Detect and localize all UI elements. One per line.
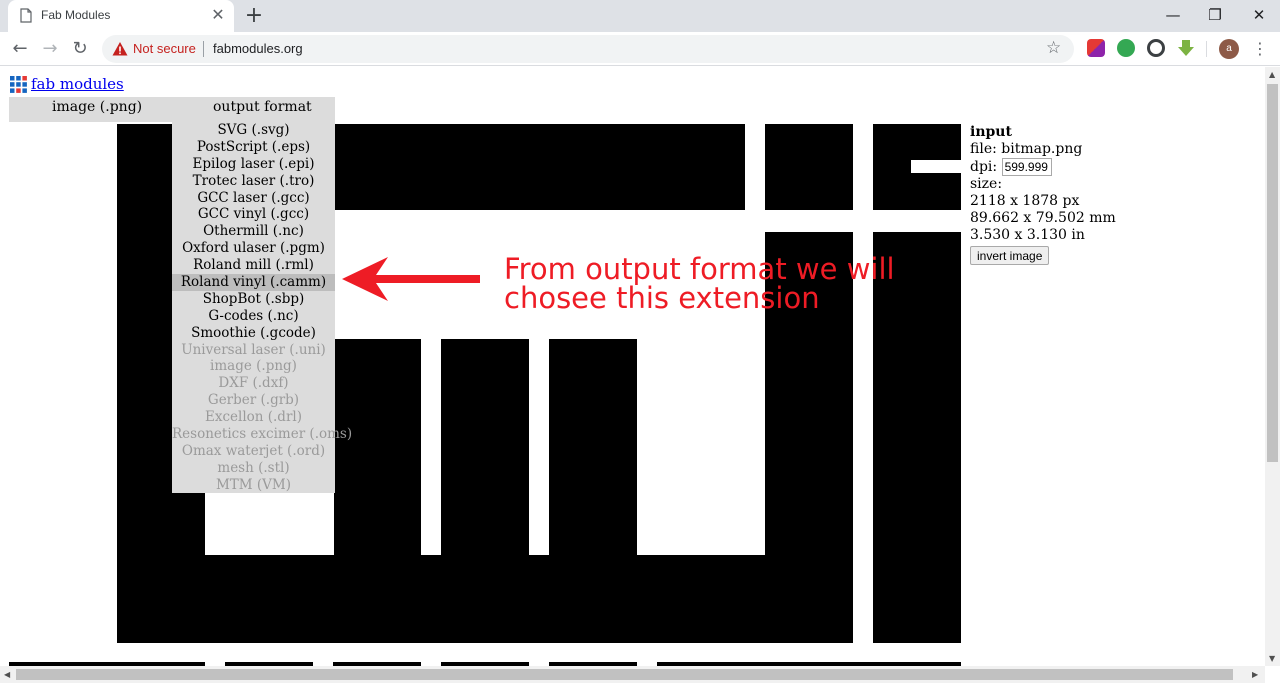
output-format-dropdown: SVG (.svg) PostScript (.eps) Epilog laser … <box>172 122 353 493</box>
size-px: 2118 x 1878 px <box>970 193 1080 209</box>
scroll-down-arrow-icon[interactable]: ▼ <box>1269 654 1275 663</box>
vertical-scrollbar[interactable]: ▲ ▼ <box>1265 67 1280 666</box>
output-format-option: Resonetics excimer (.oms) <box>172 426 353 443</box>
address-bar[interactable]: Not secure fabmodules.org ☆ <box>102 35 1074 63</box>
invert-image-button[interactable]: invert image <box>970 246 1050 265</box>
scroll-up-arrow-icon[interactable]: ▲ <box>1269 70 1275 79</box>
output-format-option[interactable]: Othermill (.nc) <box>172 223 335 240</box>
extension-1-icon[interactable] <box>1087 39 1105 57</box>
dpi-label: dpi: <box>970 159 998 175</box>
output-format-option[interactable]: GCC laser (.gcc) <box>172 190 335 207</box>
annotation-text: From output format we will chosee this e… <box>504 255 895 313</box>
toolbar-separator <box>1206 41 1207 57</box>
warning-icon <box>112 42 128 56</box>
browser-menu-icon[interactable]: ⋮ <box>1252 38 1268 60</box>
output-format-option[interactable]: Epilog laser (.epi) <box>172 156 335 173</box>
dpi-input[interactable] <box>1001 158 1052 176</box>
output-format-option: image (.png) <box>210 358 297 375</box>
url-separator <box>203 41 204 57</box>
annotation-line-1: From output format we will <box>504 252 895 286</box>
browser-tab-fab-modules[interactable]: Fab Modules ✕ <box>8 0 234 32</box>
browser-toolbar: ← → ↻ Not secure fabmodules.org ☆ a ⋮ <box>0 32 1280 66</box>
new-tab-button[interactable]: + <box>243 4 265 28</box>
window-close-button[interactable]: ✕ <box>1244 2 1274 28</box>
input-heading: input <box>970 124 1012 140</box>
window-minimize-button[interactable]: — <box>1158 2 1188 28</box>
output-format-option[interactable]: Roland vinyl (.camm) <box>172 274 335 291</box>
input-format-menu[interactable]: image (.png) <box>52 99 142 115</box>
document-icon <box>20 8 32 23</box>
url-text[interactable]: fabmodules.org <box>213 41 303 56</box>
bookmark-star-icon[interactable]: ☆ <box>1046 38 1061 58</box>
output-format-option[interactable]: GCC vinyl (.gcc) <box>172 206 335 223</box>
window-restore-button[interactable]: ❐ <box>1200 2 1230 28</box>
fab-modules-link[interactable]: fab modules <box>31 75 124 93</box>
output-format-option: DXF (.dxf) <box>218 375 289 392</box>
extension-download-icon[interactable] <box>1177 39 1195 57</box>
output-format-option[interactable]: PostScript (.eps) <box>172 139 335 156</box>
horizontal-scroll-thumb[interactable] <box>16 669 1233 680</box>
output-format-option: Omax waterjet (.ord) <box>181 442 326 459</box>
extension-link-icon[interactable] <box>1147 39 1165 57</box>
output-format-menu[interactable]: output format <box>213 99 312 115</box>
output-format-option[interactable]: Trotec laser (.tro) <box>172 173 335 190</box>
vertical-scroll-thumb[interactable] <box>1267 84 1278 462</box>
output-format-option: Universal laser (.uni) <box>181 341 326 358</box>
fab-modules-logo-icon <box>10 76 27 93</box>
tab-close-icon[interactable]: ✕ <box>209 6 227 24</box>
size-label: size: <box>970 176 1003 192</box>
size-mm: 89.662 x 79.502 mm <box>970 210 1116 226</box>
size-in: 3.530 x 3.130 in <box>970 227 1085 243</box>
output-format-option: Gerber (.grb) <box>207 392 300 409</box>
input-info-panel: input file: bitmap.png dpi: size: 2118 x… <box>970 124 1116 265</box>
output-format-option: Excellon (.drl) <box>204 409 302 426</box>
annotation-line-2: chosee this extension <box>504 281 820 315</box>
output-format-option[interactable]: SVG (.svg) <box>172 122 335 139</box>
scroll-left-arrow-icon[interactable]: ◀ <box>4 670 10 679</box>
output-format-option[interactable]: Smoothie (.gcode) <box>172 325 335 342</box>
file-label: file: bitmap.png <box>970 141 1083 157</box>
annotation-arrow <box>342 257 480 301</box>
page-viewport: fab modules image (.png) output format S… <box>0 67 1265 666</box>
browser-tab-bar: Fab Modules ✕ + — ❐ ✕ <box>0 0 1280 32</box>
not-secure-label[interactable]: Not secure <box>133 41 196 56</box>
scroll-right-arrow-icon[interactable]: ▶ <box>1252 670 1258 679</box>
profile-avatar[interactable]: a <box>1219 39 1239 59</box>
output-format-option[interactable]: G-codes (.nc) <box>172 308 335 325</box>
output-format-option[interactable]: Oxford ulaser (.pgm) <box>172 240 335 257</box>
reload-button[interactable]: ↻ <box>69 38 91 60</box>
module-menu-bar: image (.png) output format <box>9 97 335 122</box>
tab-title: Fab Modules <box>41 8 111 22</box>
output-format-option[interactable]: Roland mill (.rml) <box>172 257 335 274</box>
forward-button[interactable]: → <box>39 38 61 60</box>
output-format-option[interactable]: ShopBot (.sbp) <box>172 291 335 308</box>
extension-check-icon[interactable] <box>1117 39 1135 57</box>
back-button[interactable]: ← <box>9 38 31 60</box>
output-format-option: MTM (VM) <box>215 476 292 493</box>
horizontal-scrollbar[interactable]: ◀ ▶ <box>0 666 1265 683</box>
output-format-option: mesh (.stl) <box>217 459 290 476</box>
